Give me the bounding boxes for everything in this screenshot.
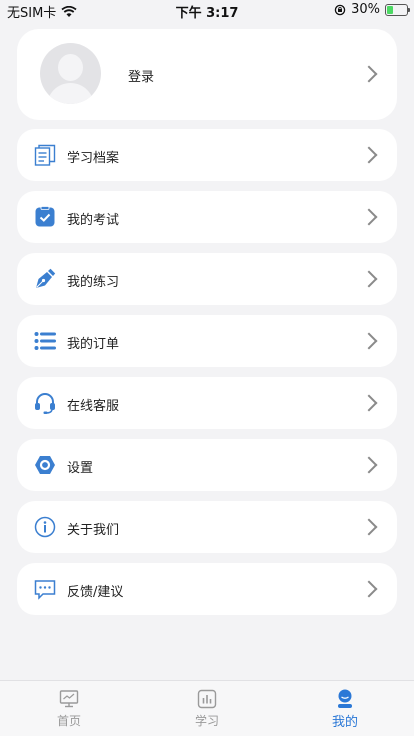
tab-study[interactable]: 学习 — [138, 681, 276, 736]
avatar[interactable] — [40, 43, 101, 104]
status-right: 30% — [334, 2, 410, 17]
menu-item-label: 关于我们 — [67, 523, 120, 538]
menu-item-label: 学习档案 — [67, 151, 120, 166]
chevron-right-icon — [360, 518, 378, 536]
chevron-right-icon — [360, 146, 378, 164]
menu-item-label: 我的练习 — [67, 275, 120, 290]
menu-item-label: 反馈/建议 — [67, 585, 124, 600]
battery-icon — [385, 3, 410, 16]
menu-item-label: 设置 — [67, 461, 94, 476]
tab-bar: 首页 学习 我的 — [0, 680, 414, 736]
menu-item-my-exam[interactable]: 我的考试 — [17, 191, 397, 243]
pen-icon — [36, 268, 56, 288]
login-label[interactable]: 登录 — [128, 66, 154, 85]
headset-icon — [35, 393, 55, 414]
monitor-icon — [59, 690, 79, 708]
feedback-icon — [34, 580, 56, 600]
archive-icon — [34, 144, 56, 166]
tab-label: 学习 — [194, 714, 219, 728]
settings-icon — [35, 456, 55, 474]
exam-icon — [35, 206, 55, 227]
chart-icon — [197, 689, 217, 709]
user-icon — [338, 689, 352, 708]
menu-item-online-service[interactable]: 在线客服 — [17, 377, 397, 429]
orientation-lock-icon — [334, 4, 346, 15]
menu-item-label: 我的订单 — [67, 337, 120, 352]
list-icon — [34, 332, 56, 350]
tab-label: 我的 — [331, 715, 358, 730]
chevron-right-icon — [360, 65, 378, 83]
profile-card[interactable]: 登录 — [17, 29, 397, 120]
menu-item-about-us[interactable]: 关于我们 — [17, 501, 397, 553]
chevron-right-icon — [360, 270, 378, 288]
menu-item-study-archive[interactable]: 学习档案 — [17, 129, 397, 181]
avatar-body — [47, 83, 94, 104]
chevron-right-icon — [360, 394, 378, 412]
battery-fill — [387, 5, 393, 14]
tab-home[interactable]: 首页 — [0, 681, 138, 736]
battery-percent: 30% — [351, 2, 380, 17]
chevron-right-icon — [360, 208, 378, 226]
chevron-right-icon — [360, 456, 378, 474]
menu-item-label: 我的考试 — [67, 213, 120, 228]
menu-item-label: 在线客服 — [67, 399, 120, 414]
avatar-head — [58, 54, 83, 81]
menu-item-my-practice[interactable]: 我的练习 — [17, 253, 397, 305]
menu-item-settings[interactable]: 设置 — [17, 439, 397, 491]
chevron-right-icon — [360, 332, 378, 350]
info-icon — [34, 516, 56, 538]
chevron-right-icon — [360, 580, 378, 598]
tab-mine[interactable]: 我的 — [276, 681, 414, 736]
tab-label: 首页 — [56, 714, 81, 728]
menu-item-my-orders[interactable]: 我的订单 — [17, 315, 397, 367]
menu-item-feedback[interactable]: 反馈/建议 — [17, 563, 397, 615]
status-bar: 无SIM卡 下午 3:17 30% — [0, 0, 414, 21]
